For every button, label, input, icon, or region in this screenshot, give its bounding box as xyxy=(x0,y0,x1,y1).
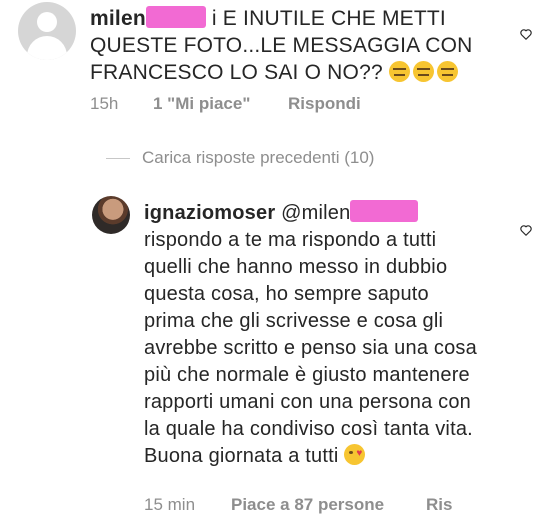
reply-body: rispondo a te ma rispondo a tutti quelli… xyxy=(144,229,477,467)
kissing-heart-emoji-icon xyxy=(344,444,366,465)
expressionless-emoji-icon xyxy=(436,61,458,82)
avatar[interactable] xyxy=(18,2,76,60)
reply-time: 15 min xyxy=(144,495,196,514)
reply-button[interactable]: Ris xyxy=(426,495,452,514)
comment-text-line1: i E INUTILE CHE METTI xyxy=(211,7,446,30)
comment-likes[interactable]: 1 "Mi piace" xyxy=(153,94,250,113)
like-heart-icon[interactable] xyxy=(519,27,533,41)
divider-line xyxy=(106,158,130,159)
reply-text: ignaziomoser @milen rispondo a te ma ris… xyxy=(144,200,484,470)
reply-username[interactable]: ignaziomoser xyxy=(144,202,275,224)
avatar-head-shape xyxy=(37,12,57,32)
avatar-body-shape xyxy=(27,36,67,60)
load-previous-replies-button[interactable]: Carica risposte precedenti (10) xyxy=(142,148,374,168)
expressionless-emoji-icon xyxy=(388,61,410,82)
expressionless-emoji-icon xyxy=(412,61,434,82)
reply-likes[interactable]: Piace a 87 persone xyxy=(231,495,384,514)
reply-mention[interactable]: @milen xyxy=(281,202,350,224)
comment-username[interactable]: milen xyxy=(90,7,146,30)
like-heart-icon[interactable] xyxy=(519,223,533,237)
comment-text: milen i E INUTILE CHE METTI QUESTE FOTO.… xyxy=(90,5,480,86)
reply-avatar[interactable] xyxy=(92,196,130,234)
redaction-mark xyxy=(350,200,419,222)
comment-time: 15h xyxy=(90,94,119,113)
redaction-mark xyxy=(145,6,206,28)
reply-button[interactable]: Rispondi xyxy=(288,94,361,113)
